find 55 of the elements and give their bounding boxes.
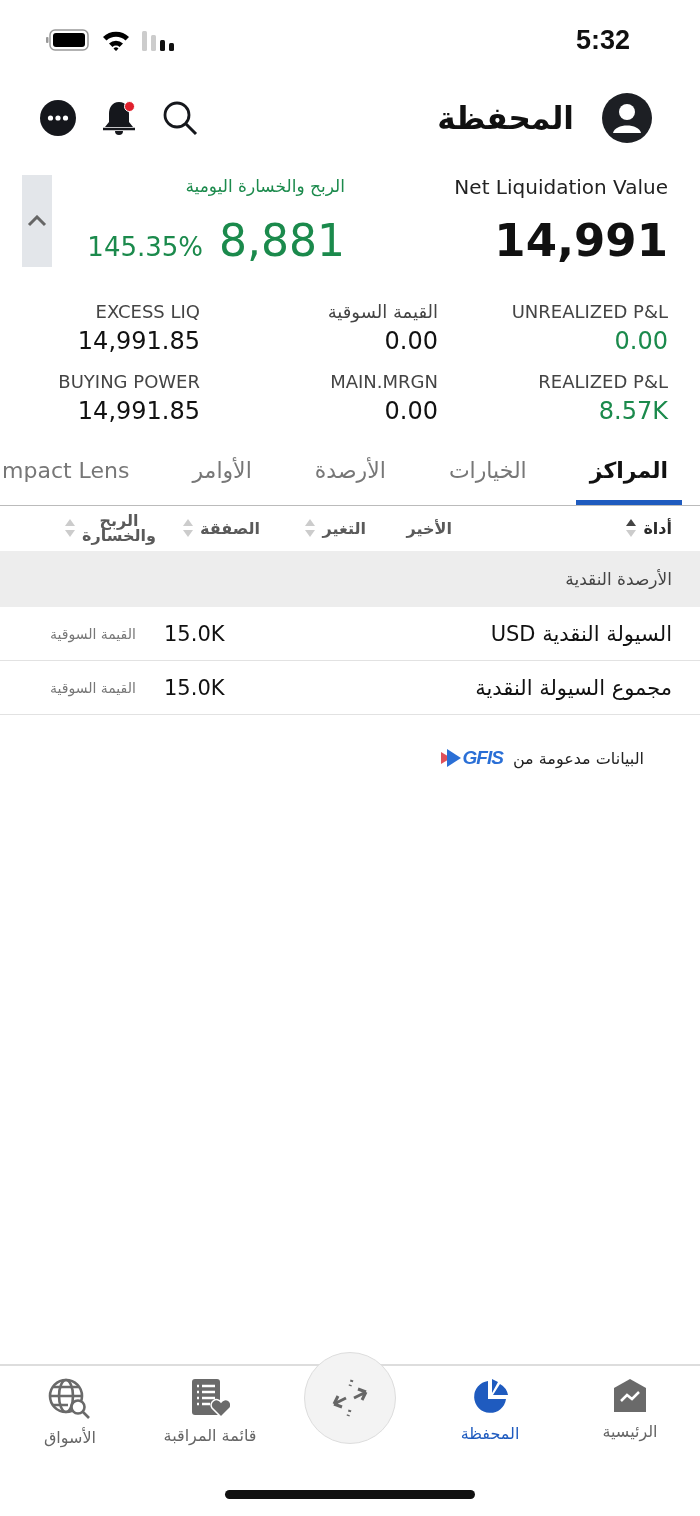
nav-item[interactable]: المحفظة <box>420 1366 560 1470</box>
search-icon[interactable] <box>162 99 198 136</box>
column-header[interactable]: التغير <box>304 518 366 538</box>
more-icon[interactable] <box>40 99 76 136</box>
metric-value: 14,991.85 <box>77 396 200 427</box>
avatar-icon[interactable] <box>602 92 652 143</box>
metric-value: 0.00 <box>384 396 438 427</box>
column-header[interactable]: الصفقة <box>182 518 260 538</box>
metric-value: 14,991.85 <box>77 326 200 357</box>
daily-pnl-value: 8,881 <box>219 215 345 267</box>
pie-chart-icon <box>471 1378 509 1416</box>
signal-icon <box>142 29 176 51</box>
column-header[interactable]: الربح والخسارة <box>64 513 156 543</box>
metric-label: MAIN.MRGN <box>330 370 438 394</box>
metric-label: BUYING POWER <box>58 370 200 394</box>
tab[interactable]: الخيارات <box>434 441 541 505</box>
bell-icon[interactable] <box>102 99 136 136</box>
row-name: مجموع السيولة النقدية <box>474 675 672 700</box>
battery-icon <box>46 29 90 51</box>
chart-house-icon <box>612 1378 648 1414</box>
metric-value: 0.00 <box>614 326 668 357</box>
data-source-note: البيانات مدعومة من <box>512 748 644 768</box>
metric-value: 8.57K <box>598 396 668 427</box>
row-value-label: القيمة السوقية <box>50 679 137 696</box>
wifi-icon <box>102 29 130 51</box>
metric-label: UNREALIZED P&L <box>511 300 668 324</box>
status-time: 5:32 <box>575 24 630 56</box>
tab[interactable]: الأوامر <box>178 441 266 505</box>
section-title: الأرصدة النقدية <box>565 569 672 589</box>
row-value-label: القيمة السوقية <box>50 625 137 642</box>
row-value: 15.0K <box>163 621 226 646</box>
gfis-logo: GFIS <box>462 747 503 769</box>
nav-item[interactable]: قائمة المراقبة <box>140 1366 280 1470</box>
page-title: المحفظة <box>437 99 574 136</box>
tab[interactable]: الأرصدة <box>300 441 400 505</box>
list-heart-icon <box>190 1378 230 1418</box>
play-arrow-icon <box>440 749 461 767</box>
nav-item[interactable]: الأسواق <box>0 1366 140 1470</box>
chevron-up-icon <box>27 215 47 227</box>
row-value: 15.0K <box>163 675 226 700</box>
daily-pnl-percent: 145.35% <box>87 232 204 262</box>
globe-search-icon <box>48 1378 92 1420</box>
net-liquidation-label: Net Liquidation Value <box>454 175 668 199</box>
tab[interactable]: mpact Lens <box>0 441 144 505</box>
row-name: السيولة النقدية USD <box>489 621 672 646</box>
net-liquidation-value: 14,991 <box>494 215 668 267</box>
daily-pnl-label: الربح والخسارة اليومية <box>185 175 345 197</box>
column-header[interactable]: الأخير <box>406 520 452 536</box>
metric-label: EXCESS LIQ <box>95 300 200 324</box>
tab[interactable]: المراكز <box>575 441 682 505</box>
nav-item[interactable]: الرئيسية <box>560 1366 700 1470</box>
metric-value: 0.00 <box>384 326 438 357</box>
column-header[interactable]: أداة <box>625 518 672 538</box>
metric-label: REALIZED P&L <box>538 370 668 394</box>
metric-label: القيمة السوقية <box>327 300 438 325</box>
